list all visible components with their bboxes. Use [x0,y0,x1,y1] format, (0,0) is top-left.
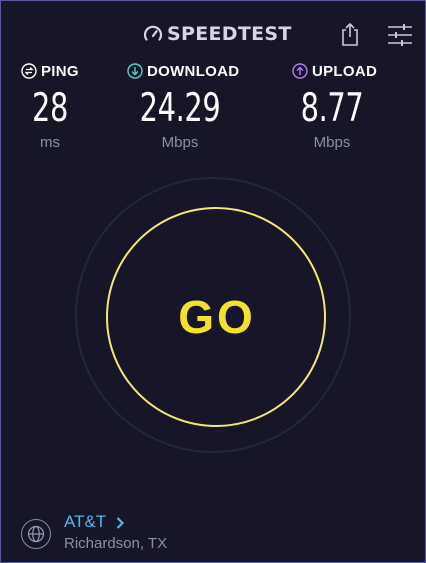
ping-metric: PING 28 ms [21,59,91,151]
download-arrow-icon [127,63,143,79]
provider-location: Richardson, TX [64,535,168,552]
sliders-icon[interactable] [387,24,413,46]
chevron-right-icon[interactable] [115,516,125,530]
upload-arrow-icon [292,63,308,79]
upload-metric: UPLOAD 8.77 Mbps [292,59,392,151]
ping-icon [21,63,37,79]
download-label: DOWNLOAD [147,62,240,80]
download-metric: DOWNLOAD 24.29 Mbps [127,59,257,151]
go-button[interactable]: GO [106,207,326,427]
download-value: 24.29 [139,86,221,131]
logo-text: SPEEDTEST [167,23,292,45]
ping-header: PING [21,59,91,83]
go-label: GO [178,291,256,343]
upload-value: 8.77 [300,86,364,131]
provider-name-link[interactable]: AT&T [64,512,106,532]
upload-label: UPLOAD [312,62,378,80]
speedtest-logo: SPEEDTEST [143,21,292,47]
download-unit: Mbps [161,134,199,151]
globe-icon [21,519,51,549]
speedtest-screen: SPEEDTEST PING 28 ms DOWNLOAD 24.29 Mbps… [0,0,426,563]
upload-unit: Mbps [313,134,351,151]
app-header: SPEEDTEST [1,1,425,53]
speedometer-icon [143,25,163,41]
share-icon[interactable] [338,21,362,47]
download-header: DOWNLOAD [127,59,257,83]
upload-header: UPLOAD [292,59,392,83]
ping-unit: ms [40,134,60,151]
ping-label: PING [41,62,79,80]
ping-value: 28 [31,86,68,131]
